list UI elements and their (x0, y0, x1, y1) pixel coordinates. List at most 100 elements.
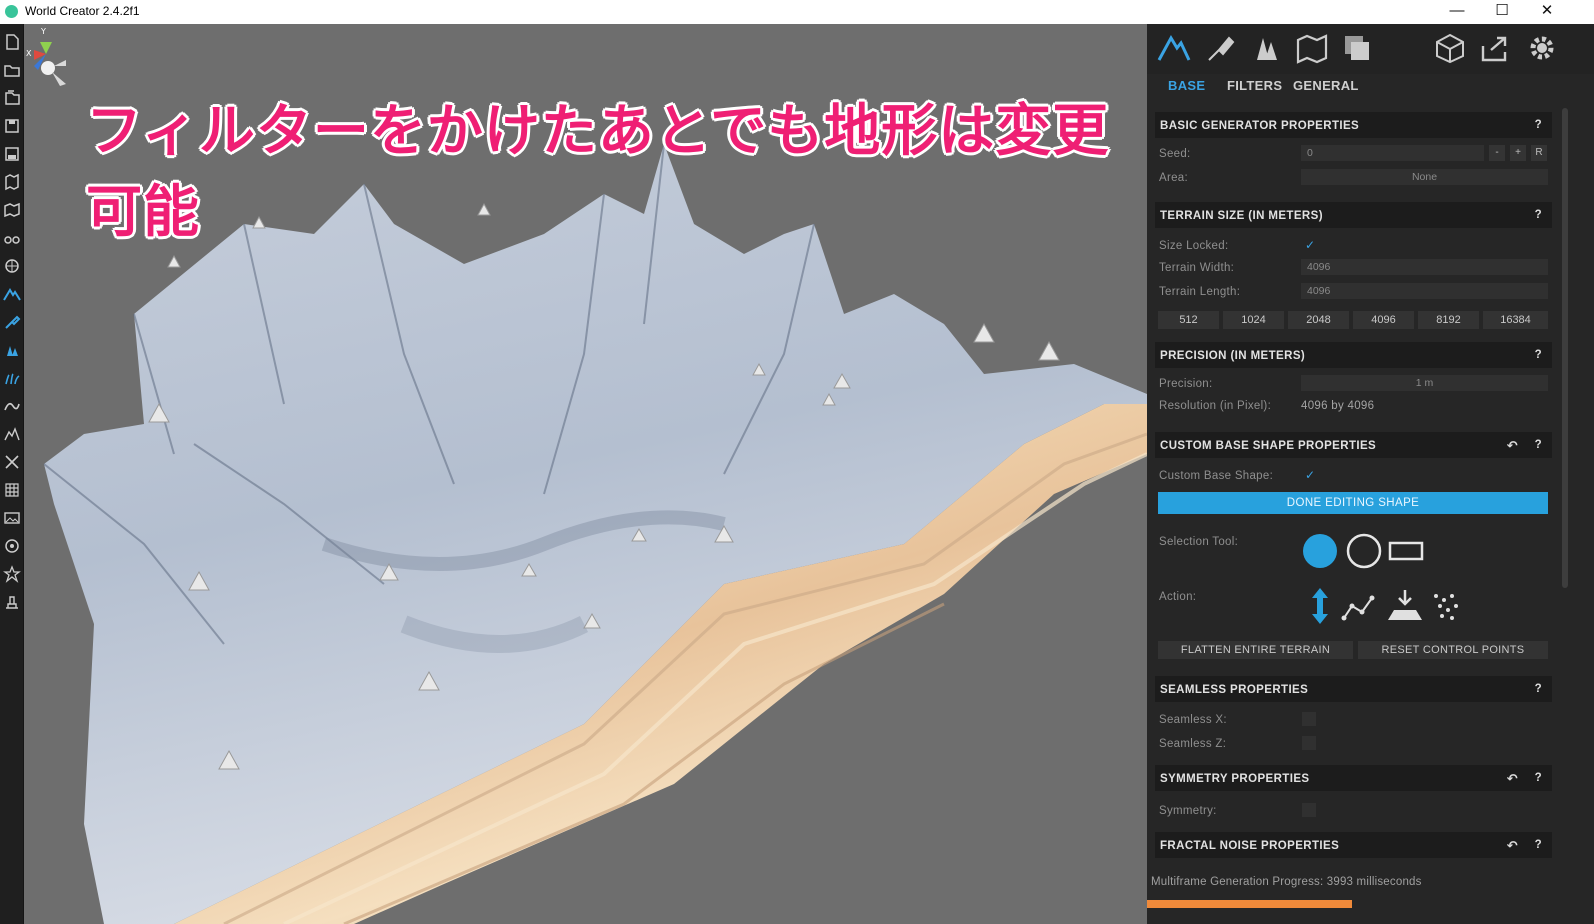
section-custom-base-shape[interactable]: CUSTOM BASE SHAPE PROPERTIES ↶ ? (1155, 432, 1552, 458)
star-icon[interactable] (3, 565, 21, 583)
tab-base[interactable]: BASE (1168, 78, 1205, 93)
help-icon[interactable]: ? (1535, 683, 1542, 695)
brush-icon[interactable] (3, 313, 21, 331)
precision-label: Precision: (1159, 378, 1213, 390)
image-icon[interactable] (3, 509, 21, 527)
symmetry-checkbox[interactable] (1302, 803, 1316, 817)
maximize-button[interactable]: ☐ (1479, 0, 1525, 24)
save-as-icon[interactable] (3, 145, 21, 163)
map-icon[interactable] (3, 201, 21, 219)
trees-icon[interactable] (1249, 32, 1283, 64)
size-locked-checkbox[interactable]: ✓ (1305, 239, 1317, 251)
action-tools (1312, 588, 1458, 624)
reset-arrow-icon[interactable]: ↶ (1507, 838, 1518, 854)
seamless-x-checkbox[interactable] (1302, 712, 1316, 726)
help-icon[interactable]: ? (1535, 349, 1542, 361)
grass-icon[interactable] (3, 369, 21, 387)
section-title: SYMMETRY PROPERTIES (1160, 773, 1310, 785)
new-file-icon[interactable] (3, 33, 21, 51)
spline-icon[interactable] (1343, 597, 1373, 619)
scatter-points-icon[interactable] (1434, 594, 1458, 620)
binoculars-icon[interactable] (3, 229, 21, 247)
section-terrain-size[interactable]: TERRAIN SIZE (IN METERS) ? (1155, 202, 1552, 228)
seed-increment-button[interactable]: + (1510, 145, 1526, 161)
tab-filters[interactable]: FILTERS (1227, 78, 1282, 93)
globe-icon[interactable] (3, 257, 21, 275)
flatten-entire-terrain-button[interactable]: FLATTEN ENTIRE TERRAIN (1158, 641, 1353, 659)
filled-circle-selection-icon[interactable] (1303, 534, 1337, 568)
open-folder-icon[interactable] (3, 61, 21, 79)
title-bar: World Creator 2.4.2f1 — ☐ ✕ (0, 0, 1594, 24)
gizmo-y-label: Y (40, 27, 46, 36)
flatten-icon[interactable] (1388, 590, 1422, 620)
terrain-icon[interactable] (1157, 32, 1191, 64)
section-basic-generator[interactable]: BASIC GENERATOR PROPERTIES ? (1155, 112, 1552, 138)
size-preset-8192[interactable]: 8192 (1418, 311, 1479, 329)
help-icon[interactable]: ? (1535, 119, 1542, 131)
size-preset-2048[interactable]: 2048 (1288, 311, 1349, 329)
generation-status: Multiframe Generation Progress: 3993 mil… (1151, 876, 1422, 888)
save-icon[interactable] (3, 117, 21, 135)
section-fractal-noise[interactable]: FRACTAL NOISE PROPERTIES ↶ ? (1155, 832, 1552, 858)
action-label: Action: (1159, 591, 1197, 603)
size-preset-1024[interactable]: 1024 (1223, 311, 1284, 329)
rectangle-selection-icon[interactable] (1388, 541, 1424, 561)
reset-arrow-icon[interactable]: ↶ (1507, 771, 1518, 787)
help-icon[interactable]: ? (1535, 772, 1542, 784)
stamp-icon[interactable] (3, 593, 21, 611)
seamless-z-checkbox[interactable] (1302, 736, 1316, 750)
grid-icon[interactable] (3, 481, 21, 499)
terrain-viewport[interactable]: フィルターをかけたあとでも地形は変更可能 Y X (24, 24, 1147, 924)
panel-toolbar (1147, 24, 1594, 74)
help-icon[interactable]: ? (1535, 839, 1542, 851)
seed-decrement-button[interactable]: - (1489, 145, 1505, 161)
custom-base-shape-checkbox[interactable]: ✓ (1305, 469, 1317, 481)
settings-gear-icon[interactable] (1525, 32, 1559, 64)
export-map-icon[interactable] (3, 173, 21, 191)
axis-gizmo[interactable]: Y X (24, 24, 94, 104)
circle-outline-selection-icon[interactable] (1346, 533, 1382, 569)
reset-control-points-button[interactable]: RESET CONTROL POINTS (1358, 641, 1548, 659)
minimize-button[interactable]: — (1434, 0, 1480, 24)
erosion-icon[interactable] (3, 425, 21, 443)
planet-icon[interactable] (3, 537, 21, 555)
resolution-value: 4096 by 4096 (1301, 400, 1375, 412)
section-precision[interactable]: PRECISION (IN METERS) ? (1155, 342, 1552, 368)
seed-input[interactable]: 0 (1301, 145, 1484, 161)
tab-general[interactable]: GENERAL (1293, 78, 1359, 93)
close-button[interactable]: ✕ (1524, 0, 1570, 24)
terrain-length-input[interactable]: 4096 (1301, 283, 1548, 299)
help-icon[interactable]: ? (1535, 439, 1542, 451)
raise-lower-icon[interactable] (1312, 588, 1328, 624)
curve-icon[interactable] (3, 397, 21, 415)
transform-icon[interactable] (3, 453, 21, 471)
section-symmetry[interactable]: SYMMETRY PROPERTIES ↶ ? (1155, 765, 1552, 791)
seed-random-button[interactable]: R (1531, 145, 1547, 161)
size-preset-4096[interactable]: 4096 (1353, 311, 1414, 329)
precision-slider[interactable]: 1 m (1301, 375, 1548, 391)
app-logo-icon (5, 5, 18, 18)
size-preset-16384[interactable]: 16384 (1483, 311, 1548, 329)
stack-icon[interactable] (1341, 32, 1375, 64)
reset-arrow-icon[interactable]: ↶ (1507, 438, 1518, 454)
export-icon[interactable] (1479, 32, 1513, 64)
map-layers-icon[interactable] (1295, 32, 1329, 64)
terrain-length-label: Terrain Length: (1159, 286, 1241, 298)
panel-scrollbar[interactable] (1562, 108, 1568, 588)
brush-tool-icon[interactable] (1203, 32, 1237, 64)
help-icon[interactable]: ? (1535, 209, 1542, 221)
section-title: FRACTAL NOISE PROPERTIES (1160, 840, 1340, 852)
forest-icon[interactable] (3, 341, 21, 359)
section-seamless[interactable]: SEAMLESS PROPERTIES ? (1155, 676, 1552, 702)
open-recent-icon[interactable] (3, 89, 21, 107)
size-preset-512[interactable]: 512 (1158, 311, 1219, 329)
terrain-width-label: Terrain Width: (1159, 262, 1235, 274)
area-select[interactable]: None (1301, 169, 1548, 185)
seamless-z-label: Seamless Z: (1159, 738, 1227, 750)
terrain-width-input[interactable]: 4096 (1301, 259, 1548, 275)
mountain-tool-icon[interactable] (3, 285, 21, 303)
done-editing-shape-button[interactable]: DONE EDITING SHAPE (1158, 492, 1548, 514)
section-title: BASIC GENERATOR PROPERTIES (1160, 120, 1360, 132)
cube-icon[interactable] (1433, 32, 1467, 64)
properties-panel: BASE FILTERS GENERAL BASIC GENERATOR PRO… (1147, 24, 1594, 924)
